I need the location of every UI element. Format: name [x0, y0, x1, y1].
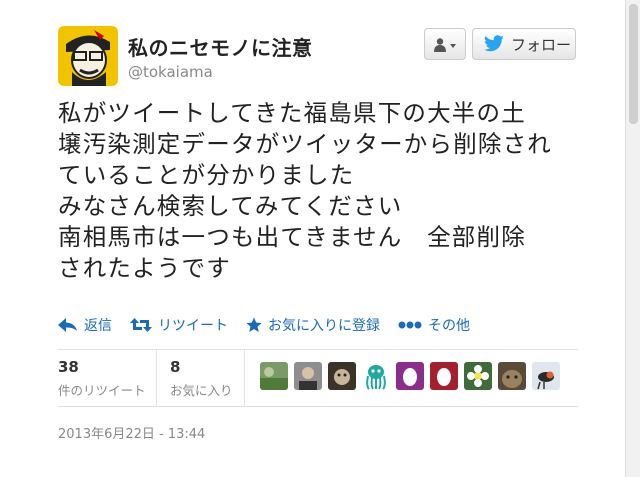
- reply-label: 返信: [84, 318, 112, 334]
- scrollbar[interactable]: [625, 0, 640, 477]
- user-avatar[interactable]: [58, 26, 118, 86]
- stat-divider: [156, 350, 157, 406]
- retweet-icon: [130, 318, 152, 332]
- retweet-stat[interactable]: 38 件のリツイート: [58, 358, 146, 399]
- more-label: その他: [428, 318, 470, 334]
- twitter-bird-icon: [484, 35, 504, 52]
- tweet-line: ていることが分かりました: [58, 161, 355, 189]
- favoriter-avatar[interactable]: [532, 362, 560, 390]
- tweet-line: みなさん検索してみてください: [58, 192, 403, 220]
- more-action[interactable]: その他: [398, 315, 470, 335]
- user-name[interactable]: 私のニセモノに注意: [128, 32, 313, 61]
- retweet-count-label: 件のリツイート: [58, 383, 146, 398]
- tweet-line: 壌汚染測定データがツイッターから削除され: [58, 130, 552, 158]
- tweet-header: 私のニセモノに注意 @tokaiama フォロー: [58, 26, 578, 90]
- favoriter-avatar[interactable]: [294, 362, 322, 390]
- retweet-action[interactable]: リツイート: [130, 315, 228, 335]
- tweet-line: 私がツイートしてきた福島県下の大半の土: [58, 99, 526, 127]
- favoriter-avatar[interactable]: [328, 362, 356, 390]
- tweet-line: されたようです: [58, 254, 231, 282]
- favorite-label: お気に入りに登録: [268, 318, 380, 334]
- retweet-label: リツイート: [158, 318, 228, 334]
- follow-button-label: フォロー: [511, 35, 572, 54]
- stat-divider: [244, 350, 245, 406]
- follow-button[interactable]: フォロー: [472, 28, 576, 60]
- user-dropdown-button[interactable]: [424, 28, 466, 60]
- user-handle[interactable]: @tokaiama: [128, 63, 213, 81]
- favoriter-avatar[interactable]: [430, 362, 458, 390]
- favoriter-avatars: [260, 362, 566, 390]
- scrollbar-thumb[interactable]: [629, 4, 638, 124]
- reply-icon: [58, 318, 77, 332]
- favoriter-avatar[interactable]: [464, 362, 492, 390]
- favoriter-avatar[interactable]: [362, 362, 390, 390]
- favoriter-avatar[interactable]: [396, 362, 424, 390]
- tweet-text: 私がツイートしてきた福島県下の大半の土 壌汚染測定データがツイッターから削除され…: [58, 98, 578, 284]
- favorite-stat[interactable]: 8 お気に入り: [170, 358, 233, 399]
- tweet-timestamp[interactable]: 2013年6月22日 - 13:44: [58, 423, 205, 442]
- favorite-count: 8: [170, 358, 181, 376]
- retweet-count: 38: [58, 358, 79, 376]
- favoriter-avatar[interactable]: [498, 362, 526, 390]
- tweet-actions: 返信 リツイート お気に入りに登録 その他: [58, 314, 488, 336]
- favorite-action[interactable]: お気に入りに登録: [246, 315, 380, 335]
- tweet-card: 私のニセモノに注意 @tokaiama フォロー 私がツイートしてきた福島県下の…: [0, 0, 626, 477]
- user-dropdown-icon: [434, 38, 456, 52]
- favoriter-avatar[interactable]: [260, 362, 288, 390]
- more-dots-icon: [398, 321, 422, 329]
- tweet-stats: 38 件のリツイート 8 お気に入り: [58, 349, 578, 407]
- reply-action[interactable]: 返信: [58, 315, 112, 335]
- favorite-count-label: お気に入り: [170, 383, 233, 398]
- star-icon: [246, 317, 262, 332]
- tweet-line: 南相馬市は一つも出てきません 全部削除: [58, 223, 526, 251]
